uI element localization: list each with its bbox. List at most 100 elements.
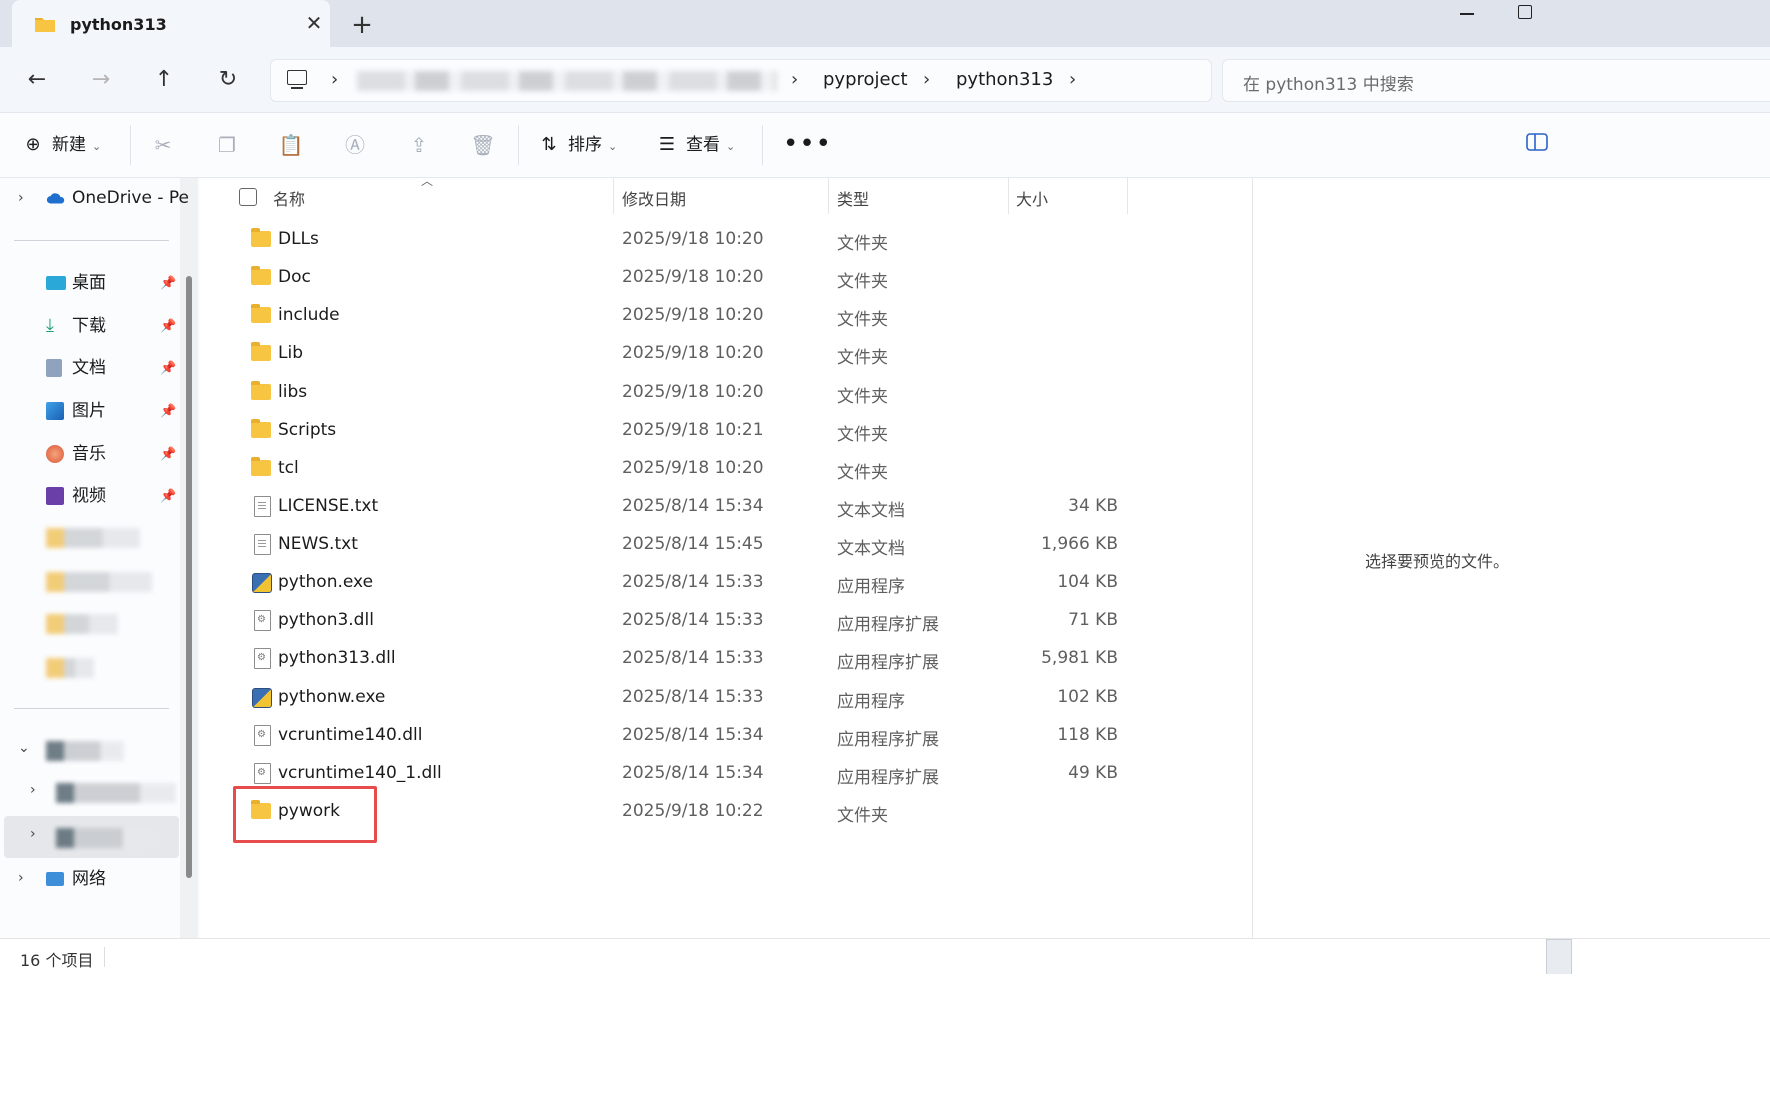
pin-icon[interactable]: 📌 [160, 404, 176, 419]
list-view-icon: ☰ [658, 134, 676, 155]
divider [14, 708, 169, 709]
file-date: 2025/8/14 15:34 [622, 762, 764, 783]
chevron-right-icon[interactable]: › [791, 69, 798, 90]
file-date: 2025/9/18 10:20 [622, 229, 764, 249]
tab-python313[interactable]: python313 ✕ [12, 0, 330, 47]
file-row[interactable]: Doc 2025/9/18 10:20 文件夹 [205, 258, 1250, 296]
refresh-button[interactable]: ↻ [213, 65, 243, 95]
file-row[interactable]: Lib 2025/9/18 10:20 文件夹 [205, 334, 1250, 372]
folder-icon [35, 18, 55, 32]
file-row[interactable]: python3.dll 2025/8/14 15:33 应用程序扩展 71 KB [205, 601, 1250, 639]
more-options-button[interactable]: ••• [783, 129, 832, 159]
pin-icon[interactable]: 📌 [160, 361, 176, 376]
file-name: Scripts [278, 419, 337, 440]
file-row[interactable]: python313.dll 2025/8/14 15:33 应用程序扩展 5,981 … [205, 639, 1250, 677]
file-row[interactable]: NEWS.txt 2025/8/14 15:45 文本文档 1,966 KB [205, 525, 1250, 563]
column-divider[interactable] [613, 178, 614, 214]
column-header-date[interactable]: 修改日期 [622, 186, 686, 210]
divider [104, 947, 105, 967]
maximize-button[interactable] [1518, 5, 1532, 19]
cut-icon[interactable]: ✂ [150, 132, 176, 158]
file-row[interactable]: python.exe 2025/8/14 15:33 应用程序 104 KB [205, 563, 1250, 601]
forward-button[interactable]: → [86, 65, 116, 95]
pin-icon[interactable]: 📌 [160, 276, 176, 291]
this-pc-icon [287, 70, 307, 89]
minimize-button[interactable] [1457, 4, 1477, 24]
chevron-right-icon[interactable]: › [18, 870, 24, 886]
chevron-right-icon[interactable]: › [30, 826, 36, 842]
details-view-button[interactable] [1546, 939, 1572, 975]
file-date: 2025/9/18 10:21 [622, 419, 764, 440]
blurred-sidebar-item[interactable] [46, 614, 118, 634]
tab-close-button[interactable]: ✕ [302, 11, 326, 35]
chevron-right-icon[interactable]: › [1069, 69, 1076, 90]
delete-icon[interactable]: 🗑 [470, 132, 496, 158]
breadcrumb-python313[interactable]: python313 [956, 69, 1053, 90]
file-type: 应用程序 [837, 691, 905, 712]
view-button[interactable]: ☰ 查看 ⌄ [656, 131, 735, 159]
file-type: 文件夹 [837, 310, 888, 331]
search-input[interactable]: 在 python313 中搜索 [1222, 59, 1770, 102]
up-button[interactable]: ↑ [149, 65, 179, 95]
column-header-name[interactable]: 名称 [273, 186, 305, 210]
search-placeholder: 在 python313 中搜索 [1243, 75, 1414, 95]
file-row[interactable]: pythonw.exe 2025/8/14 15:33 应用程序 102 KB [205, 678, 1250, 716]
breadcrumb-pyproject[interactable]: pyproject [823, 69, 908, 90]
sort-button[interactable]: ⇅ 排序 ⌄ [538, 131, 617, 159]
chevron-down-icon: ⌄ [92, 140, 102, 153]
column-divider[interactable] [828, 178, 829, 214]
column-divider[interactable] [1127, 178, 1128, 214]
blurred-sidebar-item[interactable] [56, 783, 176, 803]
file-row[interactable]: vcruntime140.dll 2025/8/14 15:34 应用程序扩展 118… [205, 716, 1250, 754]
divider [14, 240, 169, 241]
column-header-type[interactable]: 类型 [837, 186, 869, 210]
blurred-sidebar-item[interactable] [46, 528, 140, 548]
file-row[interactable]: LICENSE.txt 2025/8/14 15:34 文本文档 34 KB [205, 487, 1250, 525]
address-bar[interactable]: › › pyproject › python313 › [270, 59, 1212, 102]
copy-icon[interactable]: ❐ [214, 132, 240, 158]
file-type: 文件夹 [837, 424, 888, 445]
file-name: vcruntime140_1.dll [278, 762, 442, 783]
column-divider[interactable] [1008, 178, 1009, 214]
videos-icon [46, 487, 64, 505]
chevron-down-icon[interactable]: ⌄ [18, 740, 30, 756]
file-type: 应用程序扩展 [837, 767, 939, 788]
folder-icon [251, 342, 271, 362]
pin-icon[interactable]: 📌 [160, 447, 176, 462]
sort-icon: ⇅ [541, 134, 557, 155]
file-row[interactable]: DLLs 2025/9/18 10:20 文件夹 [205, 220, 1250, 258]
chevron-down-icon: ⌄ [608, 140, 618, 153]
scrollbar-thumb[interactable] [186, 276, 192, 878]
pin-icon[interactable]: 📌 [160, 319, 176, 334]
highlight-box [233, 786, 377, 843]
divider [762, 125, 763, 165]
blurred-sidebar-item[interactable] [46, 572, 152, 592]
preview-pane-icon[interactable] [1526, 133, 1548, 151]
chevron-right-icon[interactable]: › [30, 782, 36, 798]
new-button[interactable]: ⊕ 新建 ⌄ [22, 131, 101, 159]
file-name: libs [278, 381, 308, 402]
file-row[interactable]: tcl 2025/9/18 10:20 文件夹 [205, 449, 1250, 487]
file-size: 104 KB [1057, 572, 1118, 593]
blurred-sidebar-item[interactable] [46, 658, 94, 678]
new-tab-button[interactable]: + [348, 11, 376, 39]
pin-icon[interactable]: 📌 [160, 489, 176, 504]
file-row[interactable]: include 2025/9/18 10:20 文件夹 [205, 296, 1250, 334]
back-button[interactable]: ← [22, 65, 52, 95]
blurred-sidebar-item[interactable] [46, 741, 124, 761]
file-row[interactable]: libs 2025/9/18 10:20 文件夹 [205, 373, 1250, 411]
desktop-icon [46, 276, 66, 290]
file-size: 71 KB [1068, 610, 1118, 631]
paste-icon[interactable]: 📋 [278, 132, 304, 158]
rename-icon[interactable]: Ⓐ [342, 132, 368, 158]
file-row[interactable]: Scripts 2025/9/18 10:21 文件夹 [205, 411, 1250, 449]
chevron-right-icon[interactable]: › [923, 69, 930, 90]
file-type: 文件夹 [837, 805, 888, 826]
blurred-sidebar-item[interactable] [56, 828, 152, 848]
chevron-right-icon[interactable]: › [18, 190, 24, 206]
chevron-right-icon[interactable]: › [331, 69, 338, 90]
select-all-checkbox[interactable] [239, 188, 257, 206]
share-icon[interactable]: ⇪ [406, 132, 432, 158]
column-header-size[interactable]: 大小 [1016, 186, 1048, 210]
file-name: Doc [278, 267, 311, 288]
